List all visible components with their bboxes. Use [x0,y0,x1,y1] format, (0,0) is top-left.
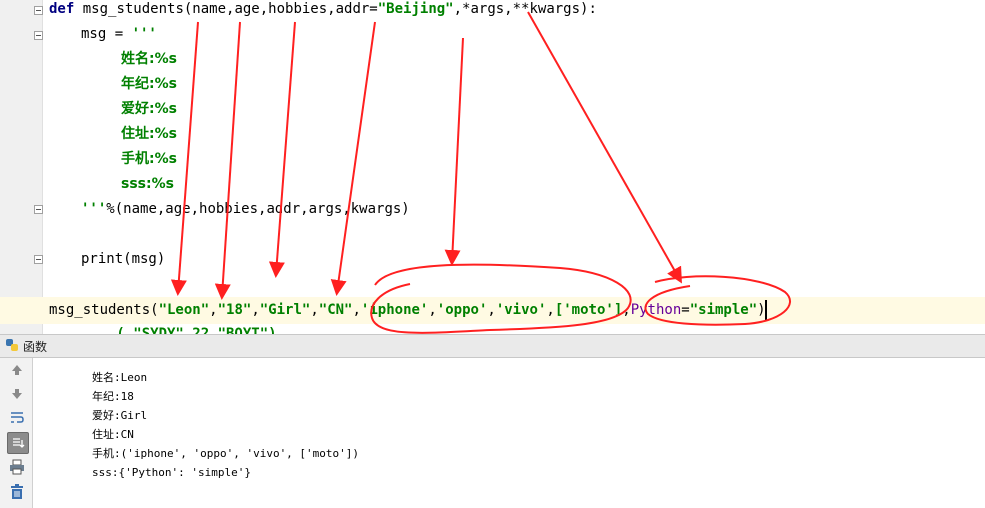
output-line: 年纪:18 [92,390,134,403]
template-line: 爱好:%s [121,101,177,117]
run-panel-header: 函数 [0,335,985,358]
annotation-arrow [170,21,199,296]
call-arg: 'oppo' [436,302,488,318]
call-arg: 'iphone' [360,302,429,318]
fold-marker-icon[interactable] [34,6,43,15]
fold-marker-icon[interactable] [34,255,43,264]
fold-marker-icon[interactable] [34,205,43,214]
call-arg: ['moto'] [554,302,623,318]
code-line-format: '''%(name,age,hobbies,addr,args,kwargs) [81,197,410,222]
def-keyword: def [49,1,75,17]
down-arrow-icon[interactable] [7,384,27,404]
call-arg: "CN" [318,302,353,318]
python-icon [6,339,18,351]
output-line: 姓名:Leon [92,371,148,384]
soft-wrap-icon[interactable] [7,408,27,428]
call-arg-sep: , [209,302,218,318]
editor-gutter [0,0,43,334]
template-line: 住址:%s [121,126,177,142]
output-line: 住址:CN [92,428,134,441]
call-args: "Leon","18","Girl","CN",'iphone','oppo',… [159,302,631,318]
output-line: 手机:('iphone', 'oppo', 'vivo', ['moto']) [92,447,360,460]
call-arg-sep: , [428,302,437,318]
function-name: msg_students [74,1,184,17]
code-line-call: msg_students("Leon","18","Girl","CN",'ip… [49,297,766,322]
call-arg-sep: , [310,302,319,318]
annotation-arrow [527,11,682,284]
code-line-print: print(msg) [81,251,166,267]
template-line: 年纪:%s [121,76,177,92]
annotation-arrow [330,21,376,296]
run-output: 姓名:Leon 年纪:18 爱好:Girl 住址:CN 手机:('iphone', 'o… [92,368,359,482]
call-arg-sep: , [487,302,496,318]
format-args: %(name,age,hobbies,addr,args,kwargs) [106,201,410,217]
call-arg: "Girl" [259,302,311,318]
output-line: sss:{'Python': 'simple'} [92,466,251,479]
call-arg: "Leon" [158,302,210,318]
call-kwarg-value: "simple" [689,302,758,318]
text-caret [765,300,767,320]
function-params: (name,age,hobbies,addr= [183,1,378,17]
call-arg-sep: , [251,302,260,318]
call-arg-sep: , [352,302,361,318]
call-kwarg-eq: = [681,302,690,318]
call-arg: "18" [217,302,252,318]
code-line-partial: ( "SYDY" 22 "BOYT") [49,326,277,334]
trash-icon[interactable] [7,482,27,502]
function-params-rest: ,*args,**kwargs): [453,1,597,17]
output-line: 爱好:Girl [92,409,148,422]
triple-quote-open: ''' [131,26,157,42]
code-editor[interactable]: def msg_students(name,age,hobbies,addr="… [0,0,985,334]
run-toolbar [0,358,33,508]
annotation-arrow [444,37,464,266]
call-function: msg_students( [49,302,159,318]
triple-quote-close: ''' [81,201,107,217]
template-line: 手机:%s [121,151,177,167]
msg-assign: msg = [81,26,132,42]
call-kwarg-name: Python [630,302,682,318]
default-value: "Beijing" [377,1,454,17]
call-arg-sep: , [546,302,555,318]
call-arg: 'vivo' [495,302,547,318]
fold-marker-icon[interactable] [34,31,43,40]
template-line: sss:%s [121,176,174,192]
run-panel-title: 函数 [23,340,48,354]
call-arg-sep: , [622,302,631,318]
annotation-arrow [268,21,296,278]
code-line-def: def msg_students(name,age,hobbies,addr="… [49,0,597,22]
annotation-arrow [214,21,241,300]
code-line-msg: msg = ''' [81,22,157,47]
scroll-to-end-icon[interactable] [7,432,29,454]
print-icon[interactable] [7,457,27,477]
template-line: 姓名:%s [121,51,177,67]
up-arrow-icon[interactable] [7,360,27,380]
